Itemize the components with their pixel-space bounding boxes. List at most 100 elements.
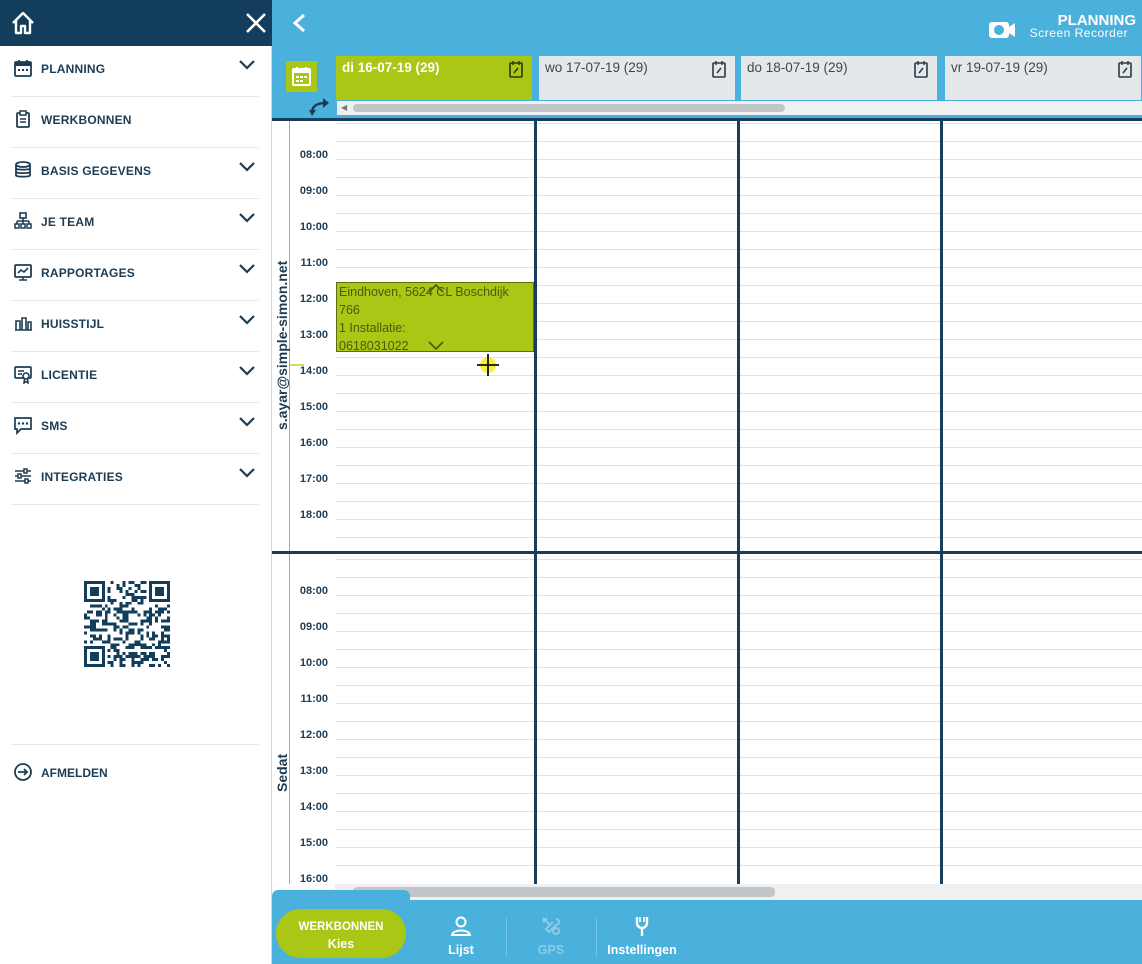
sidebar-item-label: RAPPORTAGES xyxy=(41,266,135,280)
hour-label: 10:00 xyxy=(299,657,328,669)
nav-lijst[interactable]: Lijst xyxy=(416,915,506,957)
day-header[interactable]: di 16-07-19 (29) xyxy=(336,56,532,100)
database-icon xyxy=(15,161,31,178)
top-bar: PLANNING Screen Recorder xyxy=(272,0,1142,46)
chevron-down-icon[interactable] xyxy=(238,262,256,276)
current-time-marker xyxy=(290,364,304,366)
day-column-separator xyxy=(940,118,943,884)
day-label: wo 17-07-19 (29) xyxy=(545,60,648,75)
day-header[interactable]: wo 17-07-19 (29) xyxy=(539,56,735,100)
day-header[interactable]: vr 19-07-19 (29) xyxy=(945,56,1141,100)
sidebar: PLANNING WERKBONNEN BASIS GEGEVENS JE TEAM R… xyxy=(0,0,272,964)
sidebar-item-licentie[interactable]: LICENTIE xyxy=(11,352,259,403)
sidebar-item-rapportages[interactable]: RAPPORTAGES xyxy=(11,250,259,301)
hour-label: 11:00 xyxy=(300,693,328,705)
calendar-button[interactable] xyxy=(286,61,317,92)
day-label: vr 19-07-19 (29) xyxy=(951,60,1048,75)
clipboard-icon xyxy=(16,110,30,128)
wrench-icon xyxy=(635,917,649,936)
employee-name: Sedat xyxy=(274,753,290,792)
hour-label: 17:00 xyxy=(299,473,328,485)
nav-instellingen-label: Instellingen xyxy=(607,943,677,957)
certificate-icon xyxy=(14,366,32,384)
werkbonnen-label: WERKBONNEN xyxy=(298,921,384,933)
hour-label: 15:00 xyxy=(299,837,328,849)
scroll-left-icon[interactable]: ◀ xyxy=(341,103,347,112)
hour-label: 13:00 xyxy=(299,765,328,777)
sidebar-item-je-team[interactable]: JE TEAM xyxy=(11,199,259,250)
edit-note-icon[interactable] xyxy=(508,60,524,78)
sidebar-item-label: WERKBONNEN xyxy=(41,113,132,127)
sidebar-item-integraties[interactable]: INTEGRATIES xyxy=(11,454,259,505)
hour-label: 08:00 xyxy=(299,585,328,597)
close-icon[interactable] xyxy=(243,10,269,36)
nav-lijst-label: Lijst xyxy=(448,943,474,957)
person-icon xyxy=(450,916,472,936)
scrollbar-thumb[interactable] xyxy=(353,887,775,897)
scrollbar-thumb[interactable] xyxy=(353,104,785,112)
camera-icon xyxy=(989,22,1015,38)
sidebar-item-planning[interactable]: PLANNING xyxy=(11,46,259,97)
nav-gps: GPS xyxy=(506,915,596,957)
hour-label: 09:00 xyxy=(299,621,328,633)
hour-label: 14:00 xyxy=(299,801,328,813)
kies-label: Kies xyxy=(327,937,355,951)
hour-label: 11:00 xyxy=(300,257,328,269)
hour-label: 16:00 xyxy=(299,437,328,449)
swap-arrows-icon[interactable] xyxy=(306,95,334,117)
employee-name: s.ayar@simple-simon.net xyxy=(274,260,290,430)
logout-button[interactable]: AFMELDEN xyxy=(11,744,259,798)
day-header[interactable]: do 18-07-19 (29) xyxy=(741,56,937,100)
horizontal-scrollbar-top[interactable]: ◀ xyxy=(337,101,1142,115)
calendar-icon xyxy=(14,60,32,77)
chevron-down-icon[interactable] xyxy=(238,211,256,225)
day-column-separator xyxy=(534,118,537,884)
brush-icon xyxy=(15,317,32,331)
nav-instellingen[interactable]: Instellingen xyxy=(597,915,687,957)
hour-label: 08:00 xyxy=(299,149,328,161)
sidebar-item-sms[interactable]: SMS xyxy=(11,403,259,454)
edit-note-icon[interactable] xyxy=(1117,60,1133,78)
team-hierarchy-icon xyxy=(14,212,32,229)
nav-gps-label: GPS xyxy=(537,943,565,957)
mouse-cursor-icon xyxy=(477,354,499,376)
chevron-down-icon[interactable] xyxy=(238,364,256,378)
edit-note-icon[interactable] xyxy=(913,60,929,78)
event-line-number: 766 xyxy=(339,303,360,317)
chevron-down-icon[interactable] xyxy=(238,160,256,174)
chat-icon xyxy=(14,417,32,435)
hour-label: 18:00 xyxy=(299,509,328,521)
chevron-down-icon[interactable] xyxy=(238,313,256,327)
sidebar-item-werkbonnen[interactable]: WERKBONNEN xyxy=(11,97,259,148)
sidebar-item-label: SMS xyxy=(41,419,68,433)
bottom-nav-tab xyxy=(272,890,410,902)
hour-label: 09:00 xyxy=(299,185,328,197)
report-icon xyxy=(14,264,32,281)
chevron-down-icon[interactable] xyxy=(238,466,256,480)
calendar-icon xyxy=(292,67,311,86)
appointment-event[interactable]: Eindhoven, 5624 CL Boschdijk 766 1 Insta… xyxy=(336,282,534,352)
sidebar-item-huisstijl[interactable]: HUISSTIJL xyxy=(11,301,259,352)
edit-note-icon[interactable] xyxy=(711,60,727,78)
home-icon[interactable] xyxy=(10,10,36,36)
sidebar-item-label: LICENTIE xyxy=(41,368,98,382)
back-arrow-icon[interactable] xyxy=(290,12,310,34)
sidebar-item-basis-gegevens[interactable]: BASIS GEGEVENS xyxy=(11,148,259,199)
horizontal-scrollbar-bottom[interactable] xyxy=(335,884,1142,900)
werkbonnen-kies-button[interactable]: WERKBONNEN Kies xyxy=(276,909,406,958)
hour-label: 15:00 xyxy=(299,401,328,413)
hour-label: 13:00 xyxy=(299,329,328,341)
watermark-subtitle: Screen Recorder xyxy=(1029,26,1128,40)
day-label: di 16-07-19 (29) xyxy=(342,60,440,75)
resize-down-icon[interactable] xyxy=(427,341,445,351)
hour-label: 14:00 xyxy=(299,365,328,377)
event-line-address: Eindhoven, 5624 CL Boschdijk xyxy=(339,285,509,299)
chevron-down-icon[interactable] xyxy=(238,415,256,429)
resize-up-icon[interactable] xyxy=(427,283,445,293)
employee-row-separator xyxy=(272,118,1142,121)
chevron-down-icon[interactable] xyxy=(238,58,256,72)
logout-icon xyxy=(14,763,32,781)
gps-tools-icon xyxy=(542,917,560,935)
sidebar-header xyxy=(0,0,272,46)
sidebar-item-label: HUISSTIJL xyxy=(41,317,105,331)
